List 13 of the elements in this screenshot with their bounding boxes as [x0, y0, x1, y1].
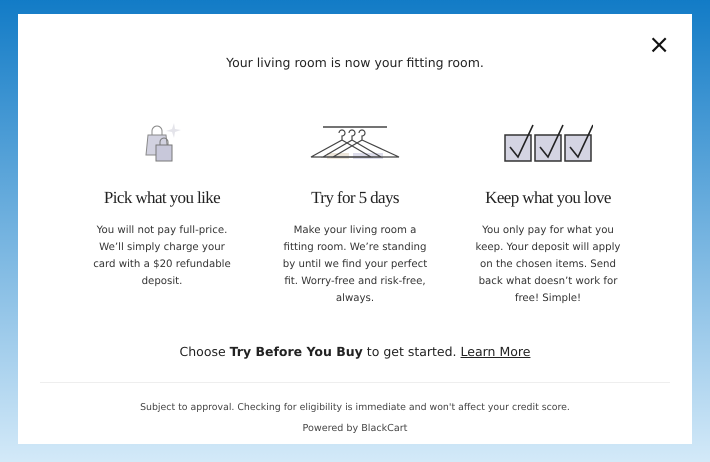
- modal-title: Your living room is now your fitting room.: [225, 54, 485, 72]
- call-to-action-text: Choose Try Before You Buy to get started.: [180, 343, 457, 362]
- feature-heading: Pick what you like: [104, 186, 220, 209]
- feature-description: You only pay for what you keep. Your deposit will apply on the chosen items. Send back what doesn’t work for free! Simple!: [474, 224, 622, 306]
- feature-description: Make your living room a fitting room. We’re standing by until we find your perfect fit. Worry-free and risk-free, always.: [282, 224, 428, 306]
- checkboxes-icon: [503, 122, 593, 163]
- feature-description: You will not pay full-price. We’ll simply charge your card with a $20 refundable deposit.: [92, 224, 232, 290]
- powered-by-text: Powered by BlackCart: [302, 422, 408, 436]
- feature-heading: Keep what you love: [485, 186, 611, 209]
- close-button[interactable]: ×: [646, 32, 672, 58]
- disclaimer-text: Subject to approval. Checking for eligibility is immediate and won't affect your credit score.: [139, 401, 571, 415]
- learn-more-link[interactable]: Learn More: [460, 343, 530, 362]
- feature-heading: Try for 5 days: [311, 186, 399, 209]
